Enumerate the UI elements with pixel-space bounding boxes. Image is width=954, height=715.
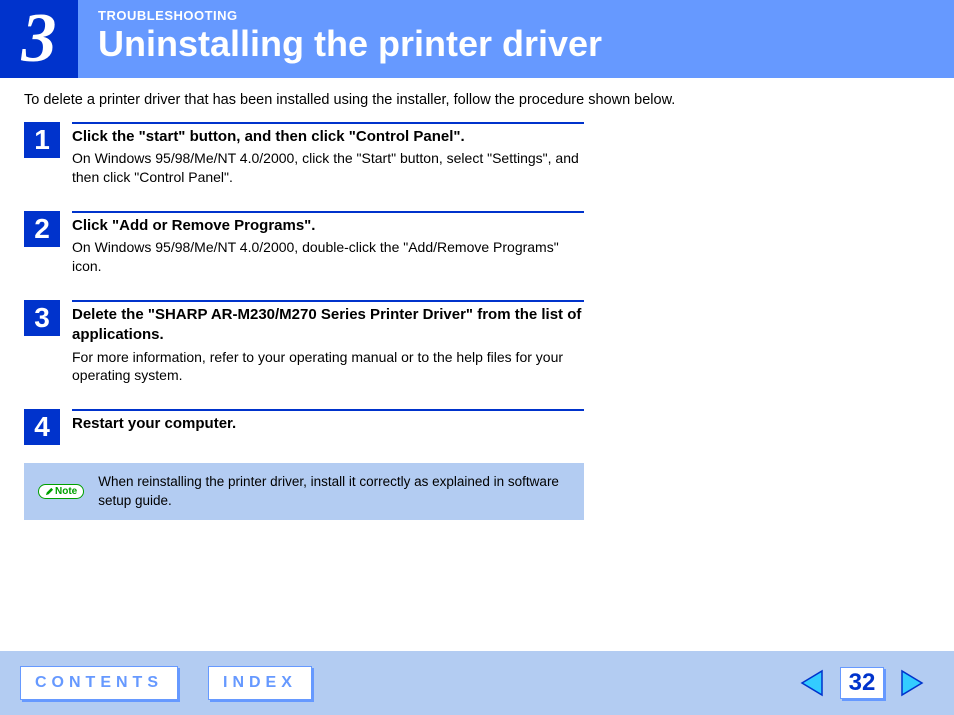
contents-button[interactable]: CONTENTS	[20, 666, 178, 700]
step-description: On Windows 95/98/Me/NT 4.0/2000, double-…	[72, 238, 584, 276]
index-button[interactable]: INDEX	[208, 666, 312, 700]
step-item: 4 Restart your computer.	[24, 409, 584, 445]
step-number: 2	[24, 211, 60, 247]
step-body: Restart your computer.	[72, 409, 584, 445]
pencil-icon	[45, 487, 54, 496]
arrow-left-icon	[797, 668, 827, 698]
step-body: Delete the "SHARP AR-M230/M270 Series Pr…	[72, 300, 584, 385]
note-badge: Note	[38, 484, 84, 499]
step-description: On Windows 95/98/Me/NT 4.0/2000, click t…	[72, 149, 584, 187]
page-header: 3 TROUBLESHOOTING Uninstalling the print…	[0, 0, 954, 78]
step-title: Click the "start" button, and then click…	[72, 127, 584, 147]
section-label: TROUBLESHOOTING	[98, 8, 602, 23]
page-number: 32	[840, 667, 884, 699]
note-badge-label: Note	[55, 486, 77, 497]
step-item: 1 Click the "start" button, and then cli…	[24, 122, 584, 187]
footer-bar: CONTENTS INDEX 32	[0, 651, 954, 715]
step-number: 1	[24, 122, 60, 158]
note-text: When reinstalling the printer driver, in…	[98, 473, 570, 509]
next-page-button[interactable]	[894, 665, 930, 701]
steps-list: 1 Click the "start" button, and then cli…	[24, 122, 584, 445]
step-title: Restart your computer.	[72, 414, 584, 434]
step-item: 3 Delete the "SHARP AR-M230/M270 Series …	[24, 300, 584, 385]
arrow-right-icon	[897, 668, 927, 698]
prev-page-button[interactable]	[794, 665, 830, 701]
step-body: Click the "start" button, and then click…	[72, 122, 584, 187]
header-text-block: TROUBLESHOOTING Uninstalling the printer…	[78, 0, 602, 78]
step-title: Click "Add or Remove Programs".	[72, 216, 584, 236]
chapter-number: 3	[0, 0, 78, 78]
step-body: Click "Add or Remove Programs". On Windo…	[72, 211, 584, 276]
main-content: To delete a printer driver that has been…	[0, 78, 954, 520]
step-number: 4	[24, 409, 60, 445]
note-box: Note When reinstalling the printer drive…	[24, 463, 584, 519]
step-title: Delete the "SHARP AR-M230/M270 Series Pr…	[72, 305, 584, 346]
page-title: Uninstalling the printer driver	[98, 23, 602, 65]
intro-text: To delete a printer driver that has been…	[24, 92, 930, 108]
step-description: For more information, refer to your oper…	[72, 348, 584, 386]
step-item: 2 Click "Add or Remove Programs". On Win…	[24, 211, 584, 276]
step-number: 3	[24, 300, 60, 336]
